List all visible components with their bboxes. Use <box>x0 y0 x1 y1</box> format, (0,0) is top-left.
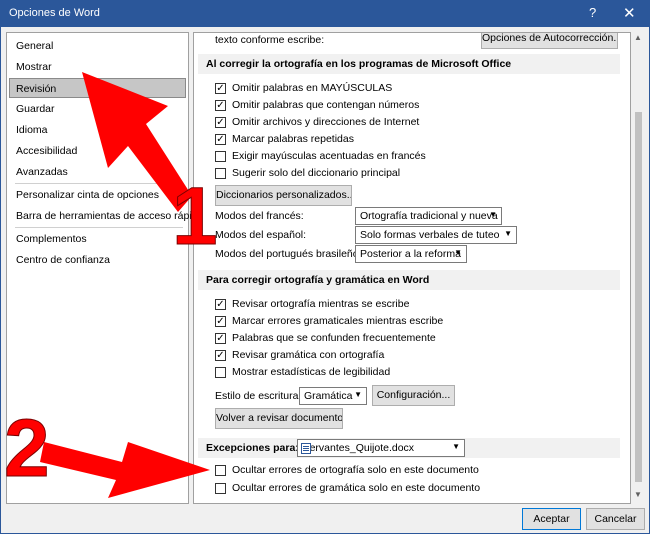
dropdown-arrow-icon: ▼ <box>354 390 362 399</box>
checkbox-ignore-urls[interactable]: ✓ <box>215 117 226 128</box>
window-title: Opciones de Word <box>9 7 100 19</box>
title-bar: Opciones de Word ? ✕ <box>1 1 649 27</box>
autocorrect-partial-label: texto conforme escribe: <box>215 34 325 46</box>
writing-style-label: Estilo de escritura: <box>215 390 302 402</box>
revision-panel: texto conforme escribe: Opciones de Auto… <box>193 32 631 504</box>
checkbox-hide-grammar-errors[interactable] <box>215 483 226 494</box>
nav-item-complementos[interactable]: Complementos <box>9 229 186 249</box>
checkmark-icon: ✓ <box>216 117 225 128</box>
scroll-down-icon[interactable]: ▼ <box>634 490 642 499</box>
french-modes-select[interactable]: Ortografía tradicional y nueva ▼ <box>355 207 502 225</box>
checkmark-icon: ✓ <box>216 134 225 145</box>
dropdown-arrow-icon: ▼ <box>489 210 497 219</box>
writing-style-select[interactable]: Gramática ▼ <box>299 387 367 405</box>
word-document-icon <box>301 443 311 454</box>
checkmark-icon: ✓ <box>216 100 225 111</box>
nav-item-idioma[interactable]: Idioma <box>9 120 186 140</box>
checkmark-icon: ✓ <box>216 299 225 310</box>
dropdown-arrow-icon: ▼ <box>452 442 460 451</box>
option-main-dictionary: Sugerir solo del diccionario principal <box>232 167 401 179</box>
option-flag-repeated: Marcar palabras repetidas <box>232 133 354 145</box>
category-list: General Mostrar Revisión Guardar Idioma … <box>6 32 203 504</box>
spanish-modes-label: Modos del español: <box>215 229 307 241</box>
checkbox-readability[interactable] <box>215 367 226 378</box>
exceptions-document-value: Cervantes_Quijote.docx <box>302 442 415 454</box>
exceptions-document-select[interactable]: Cervantes_Quijote.docx ▼ <box>297 439 465 457</box>
option-readability: Mostrar estadísticas de legibilidad <box>232 366 391 378</box>
custom-dictionaries-button[interactable]: Diccionarios personalizados... <box>215 185 352 206</box>
checkbox-mark-grammar[interactable]: ✓ <box>215 316 226 327</box>
checkbox-check-spelling-typing[interactable]: ✓ <box>215 299 226 310</box>
checkbox-hide-spelling-errors[interactable] <box>215 465 226 476</box>
spanish-modes-select[interactable]: Solo formas verbales de tuteo ▼ <box>355 226 517 244</box>
grammar-settings-button[interactable]: Configuración... <box>372 385 455 406</box>
nav-separator <box>15 227 183 228</box>
nav-item-barra-acceso-rapido[interactable]: Barra de herramientas de acceso rápido <box>9 206 203 226</box>
checkmark-icon: ✓ <box>216 333 225 344</box>
nav-item-personalizar-cinta[interactable]: Personalizar cinta de opciones <box>9 185 186 205</box>
option-check-spelling-typing: Revisar ortografía mientras se escribe <box>232 298 410 310</box>
spanish-modes-value: Solo formas verbales de tuteo <box>360 229 500 241</box>
ok-button[interactable]: Aceptar <box>522 508 581 530</box>
scroll-up-icon[interactable]: ▲ <box>634 33 642 42</box>
recheck-document-button[interactable]: Volver a revisar documento <box>215 408 343 429</box>
section-heading-office: Al corregir la ortografía en los program… <box>198 54 620 74</box>
checkmark-icon: ✓ <box>216 83 225 94</box>
french-modes-label: Modos del francés: <box>215 210 304 222</box>
nav-item-centro-confianza[interactable]: Centro de confianza <box>9 250 186 270</box>
option-hide-spelling-errors: Ocultar errores de ortografía solo en es… <box>232 464 479 476</box>
checkbox-confused-words[interactable]: ✓ <box>215 333 226 344</box>
dropdown-arrow-icon: ▼ <box>454 248 462 257</box>
dropdown-arrow-icon: ▼ <box>504 229 512 238</box>
option-confused-words: Palabras que se confunden frecuentemente <box>232 332 436 344</box>
option-french-accents: Exigir mayúsculas acentuadas en francés <box>232 150 426 162</box>
option-ignore-urls: Omitir archivos y direcciones de Interne… <box>232 116 420 128</box>
checkmark-icon: ✓ <box>216 350 225 361</box>
autocorrect-options-button[interactable]: Opciones de Autocorrección... <box>481 33 618 49</box>
options-dialog: Opciones de Word ? ✕ General Mostrar Rev… <box>0 0 650 534</box>
scroll-thumb[interactable] <box>635 112 642 482</box>
checkbox-main-dictionary[interactable] <box>215 168 226 179</box>
checkbox-grammar-with-spelling[interactable]: ✓ <box>215 350 226 361</box>
nav-item-accesibilidad[interactable]: Accesibilidad <box>9 141 186 161</box>
french-modes-value: Ortografía tradicional y nueva <box>360 210 498 222</box>
nav-item-avanzadas[interactable]: Avanzadas <box>9 162 186 182</box>
option-ignore-uppercase: Omitir palabras en MAYÚSCULAS <box>232 82 393 94</box>
portuguese-modes-value: Posterior a la reforma <box>360 248 461 260</box>
portuguese-modes-label: Modos del portugués brasileño: <box>215 248 362 260</box>
option-grammar-with-spelling: Revisar gramática con ortografía <box>232 349 385 361</box>
checkbox-french-accents[interactable] <box>215 151 226 162</box>
section-heading-word: Para corregir ortografía y gramática en … <box>198 270 620 290</box>
option-mark-grammar: Marcar errores gramaticales mientras esc… <box>232 315 444 327</box>
vertical-scrollbar[interactable]: ▲ ▼ <box>632 32 645 504</box>
writing-style-value: Gramática <box>304 390 353 402</box>
nav-item-general[interactable]: General <box>9 36 186 56</box>
checkbox-ignore-numbers[interactable]: ✓ <box>215 100 226 111</box>
nav-item-revision[interactable]: Revisión <box>9 78 186 98</box>
nav-item-guardar[interactable]: Guardar <box>9 99 186 119</box>
help-icon[interactable]: ? <box>589 5 596 20</box>
checkbox-flag-repeated[interactable]: ✓ <box>215 134 226 145</box>
close-icon[interactable]: ✕ <box>623 4 636 22</box>
exceptions-heading-label: Excepciones para: <box>206 442 299 454</box>
cancel-button[interactable]: Cancelar <box>586 508 645 530</box>
option-ignore-numbers: Omitir palabras que contengan números <box>232 99 420 111</box>
checkmark-icon: ✓ <box>216 316 225 327</box>
nav-separator <box>15 183 183 184</box>
portuguese-modes-select[interactable]: Posterior a la reforma ▼ <box>355 245 467 263</box>
nav-item-mostrar[interactable]: Mostrar <box>9 57 186 77</box>
option-hide-grammar-errors: Ocultar errores de gramática solo en est… <box>232 482 481 494</box>
checkbox-ignore-uppercase[interactable]: ✓ <box>215 83 226 94</box>
